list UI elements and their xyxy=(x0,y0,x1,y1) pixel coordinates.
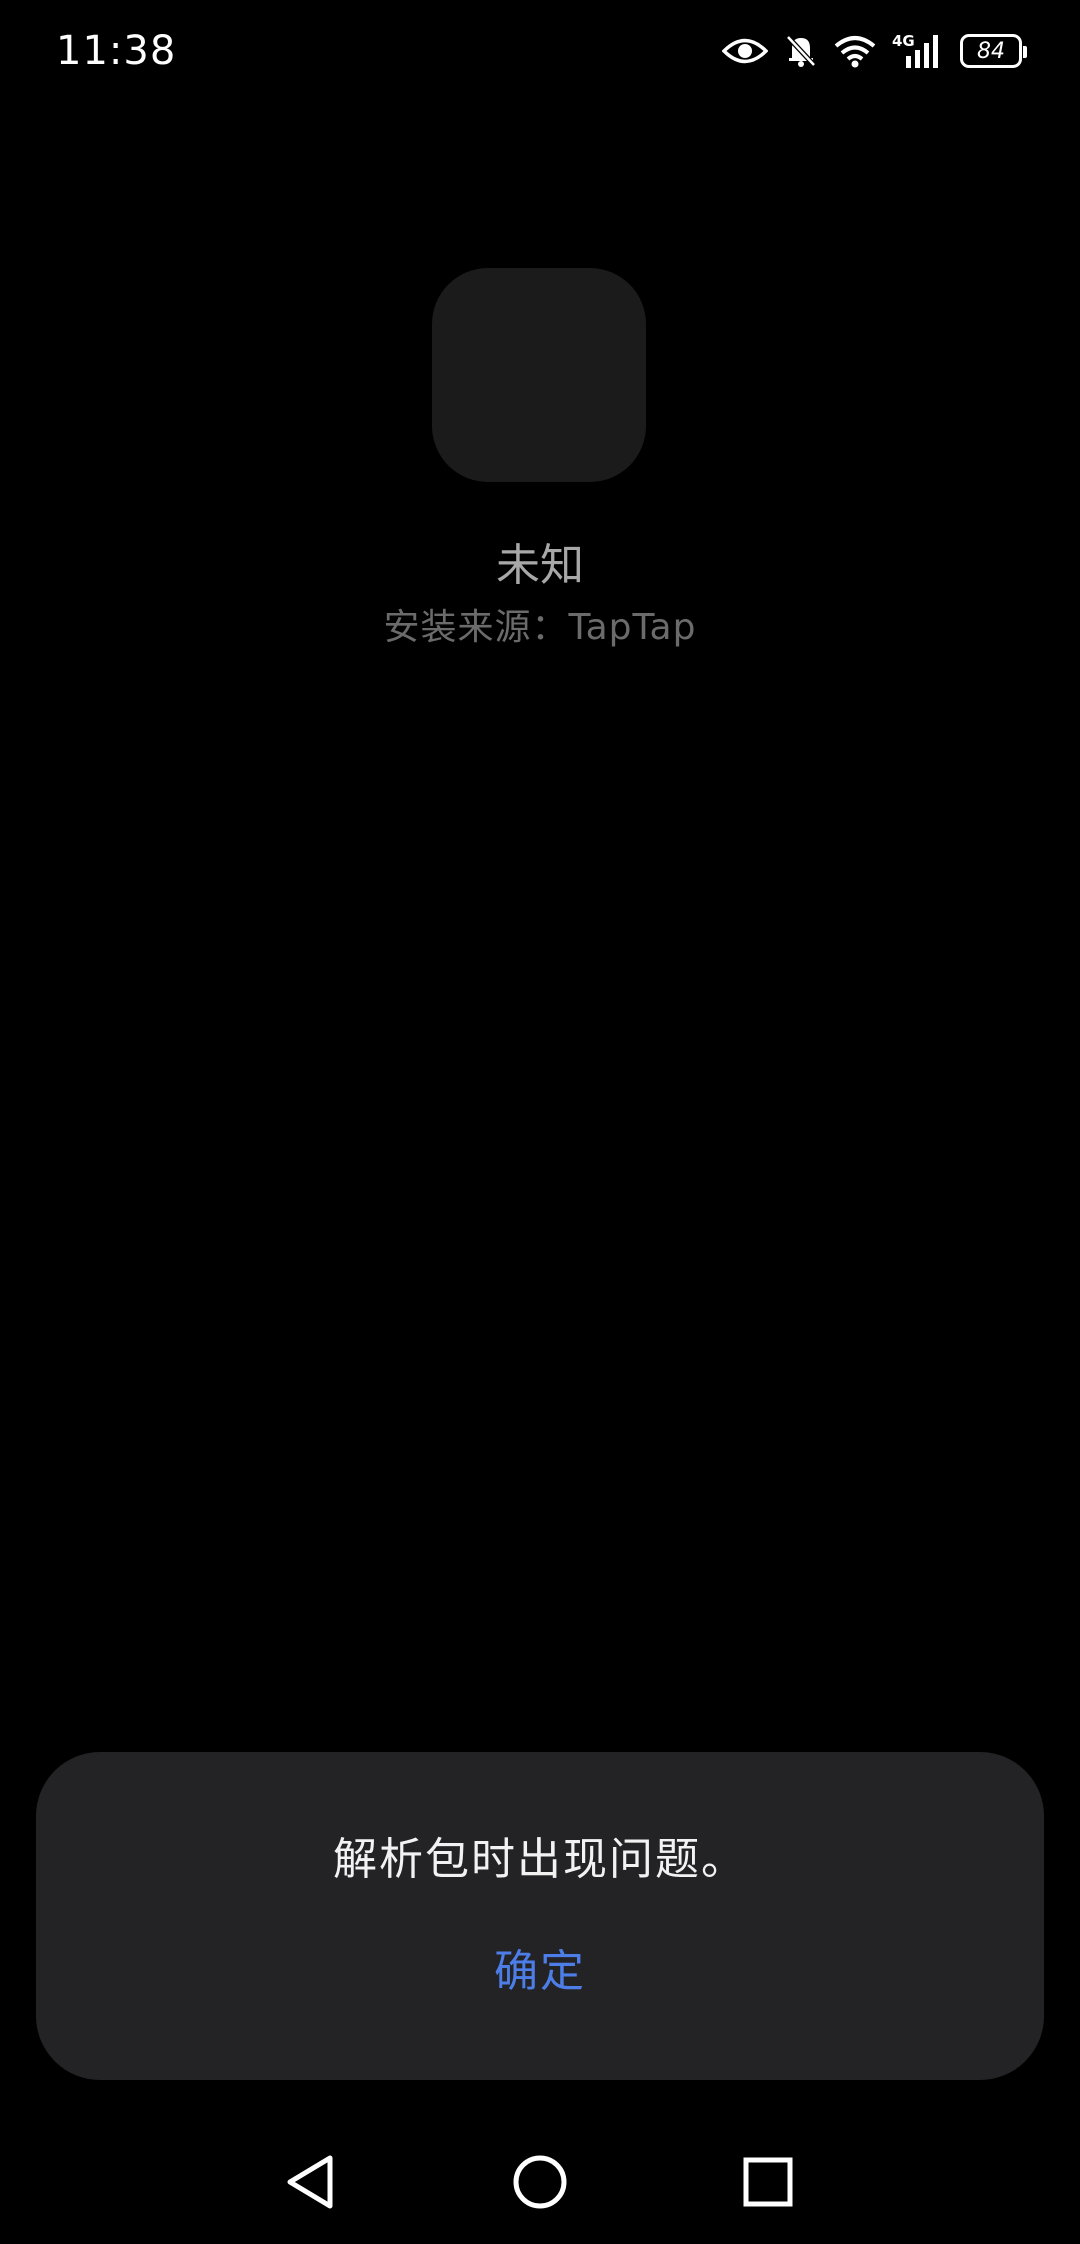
dialog-message: 解析包时出现问题。 xyxy=(333,1834,747,1885)
signal-icon: 4G xyxy=(892,32,944,70)
eye-icon xyxy=(722,36,768,66)
recents-button[interactable] xyxy=(718,2134,818,2234)
status-time: 11:38 xyxy=(56,28,177,74)
app-icon xyxy=(432,268,646,482)
confirm-button[interactable]: 确定 xyxy=(440,1932,640,2012)
bell-off-icon xyxy=(784,33,818,69)
back-icon xyxy=(284,2154,336,2214)
wifi-icon xyxy=(834,34,876,68)
home-icon xyxy=(512,2154,568,2214)
install-source: 安装来源：TapTap xyxy=(383,607,697,648)
back-button[interactable] xyxy=(260,2134,360,2234)
status-bar: 11:38 4G 84 xyxy=(0,0,1080,100)
recents-icon xyxy=(742,2156,794,2212)
status-icons: 4G 84 xyxy=(722,28,1027,74)
home-button[interactable] xyxy=(490,2134,590,2234)
network-type: 4G xyxy=(892,32,915,50)
battery-icon: 84 xyxy=(960,34,1027,68)
app-name: 未知 xyxy=(496,540,584,591)
navigation-bar xyxy=(0,2124,1080,2244)
error-dialog: 解析包时出现问题。 确定 xyxy=(36,1752,1044,2080)
battery-level: 84 xyxy=(977,38,1005,64)
